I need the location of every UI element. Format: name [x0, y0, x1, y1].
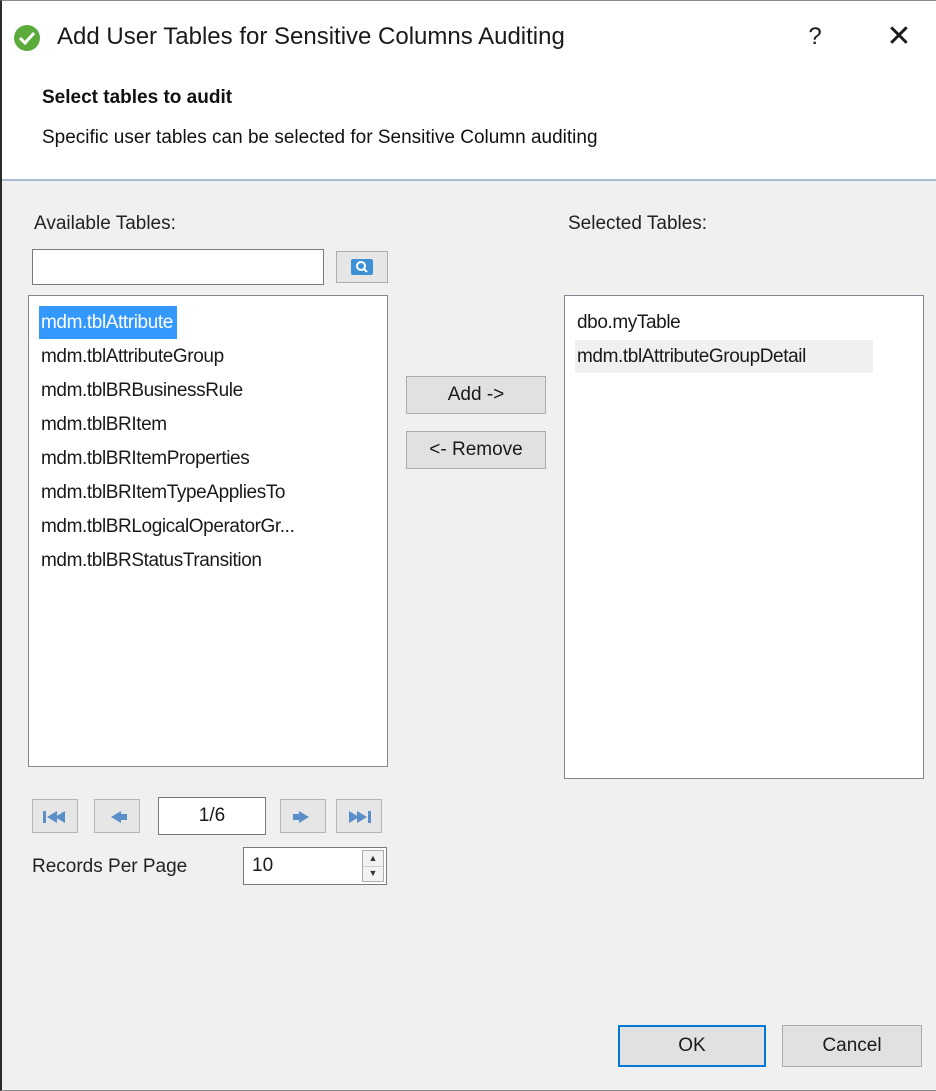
selected-tables-list[interactable]: dbo.myTable mdm.tblAttributeGroupDetail — [564, 295, 924, 779]
available-tables-label: Available Tables: — [34, 213, 176, 234]
selected-tables-label: Selected Tables: — [568, 213, 708, 234]
available-table-item[interactable]: mdm.tblBRItemProperties — [39, 442, 253, 475]
last-page-icon — [349, 811, 371, 823]
first-page-button[interactable] — [32, 799, 78, 833]
dialog-window: Add User Tables for Sensitive Columns Au… — [0, 0, 936, 1091]
available-table-item[interactable]: mdm.tblAttribute — [39, 306, 177, 339]
first-page-icon — [43, 811, 65, 823]
available-table-item[interactable]: mdm.tblAttributeGroup — [39, 340, 228, 373]
records-per-page-label: Records Per Page — [32, 856, 188, 877]
spinner-arrows[interactable]: ▲ ▼ — [362, 850, 384, 882]
selected-table-item[interactable]: mdm.tblAttributeGroupDetail — [575, 340, 873, 373]
header-description: Specific user tables can be selected for… — [42, 127, 598, 148]
next-page-icon — [293, 811, 309, 823]
checkmark-icon — [14, 25, 40, 51]
available-table-item[interactable]: mdm.tblBRBusinessRule — [39, 374, 247, 407]
add-button[interactable]: Add -> — [406, 376, 546, 414]
ok-button[interactable]: OK — [618, 1025, 766, 1067]
records-per-page-spinner[interactable]: 10 ▲ ▼ — [243, 847, 387, 885]
cancel-button[interactable]: Cancel — [782, 1025, 922, 1067]
next-page-button[interactable] — [280, 799, 326, 833]
search-input[interactable] — [32, 249, 324, 285]
available-table-item[interactable]: mdm.tblBRItem — [39, 408, 171, 441]
help-button[interactable]: ? — [792, 15, 838, 59]
previous-page-icon — [111, 811, 127, 823]
last-page-button[interactable] — [336, 799, 382, 833]
close-button[interactable]: ✕ — [874, 15, 924, 59]
search-icon — [351, 259, 373, 275]
spin-up-icon[interactable]: ▲ — [363, 851, 383, 867]
title-bar: Add User Tables for Sensitive Columns Au… — [2, 1, 936, 71]
selected-table-item[interactable]: dbo.myTable — [575, 306, 684, 339]
available-table-item[interactable]: mdm.tblBRLogicalOperatorGr... — [39, 510, 298, 543]
available-table-item[interactable]: mdm.tblBRItemTypeAppliesTo — [39, 476, 289, 509]
available-tables-list[interactable]: mdm.tblAttribute mdm.tblAttributeGroup m… — [28, 295, 388, 767]
window-title: Add User Tables for Sensitive Columns Au… — [57, 23, 565, 50]
header-panel: Select tables to audit Specific user tab… — [2, 71, 936, 181]
remove-button[interactable]: <- Remove — [406, 431, 546, 469]
page-indicator: 1/6 — [158, 797, 266, 835]
previous-page-button[interactable] — [94, 799, 140, 833]
records-per-page-value: 10 — [252, 855, 274, 876]
header-title: Select tables to audit — [42, 87, 233, 108]
search-button[interactable] — [336, 251, 388, 283]
spin-down-icon[interactable]: ▼ — [363, 866, 383, 881]
available-table-item[interactable]: mdm.tblBRStatusTransition — [39, 544, 266, 577]
